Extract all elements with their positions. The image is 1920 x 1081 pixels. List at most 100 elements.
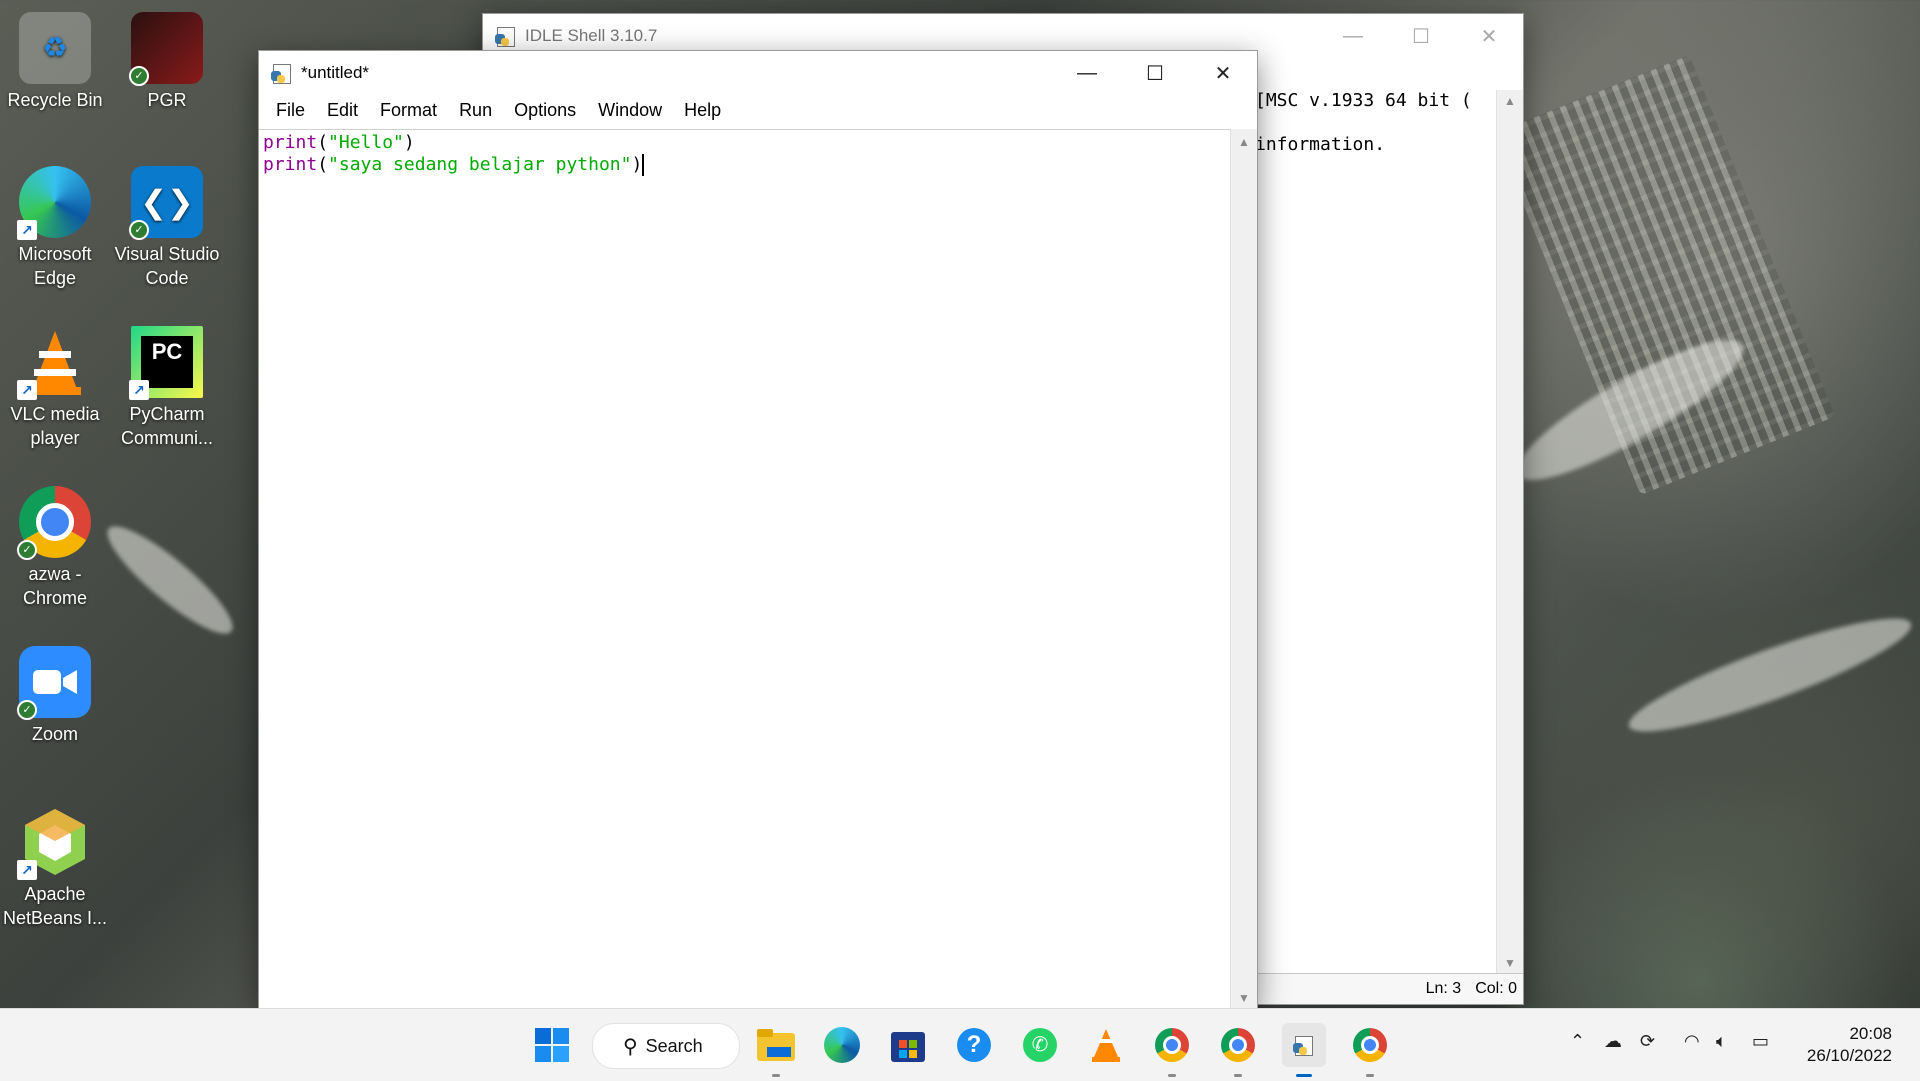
vlc-icon[interactable] — [1084, 1023, 1128, 1067]
taskbar-search[interactable]: ⚲ Search — [592, 1023, 740, 1069]
desktop-icon-label: Apache NetBeans I... — [2, 884, 108, 928]
chrome-icon[interactable] — [1348, 1023, 1392, 1077]
close-button[interactable]: ✕ — [1455, 14, 1523, 58]
vlc-icon: ↗ — [17, 326, 91, 400]
scroll-up-arrow-icon[interactable]: ▲ — [1497, 94, 1523, 108]
search-icon: ⚲ — [623, 1035, 638, 1058]
column-number: Col: 0 — [1475, 980, 1517, 997]
wallpaper-ruin — [1494, 54, 1836, 496]
wallpaper-streak — [95, 513, 245, 647]
running-indicator — [1366, 1074, 1374, 1077]
menu-format[interactable]: Format — [369, 100, 448, 121]
scroll-down-arrow-icon[interactable]: ▼ — [1231, 991, 1257, 1005]
sync-icon[interactable]: ⟳ — [1640, 1031, 1655, 1052]
microsoft-store-icon[interactable] — [886, 1023, 930, 1067]
file-explorer-icon[interactable] — [754, 1023, 798, 1077]
code-paren: ( — [317, 132, 329, 153]
chrome-profile-icon[interactable] — [1216, 1023, 1260, 1077]
desktop-icon-edge[interactable]: ↗ Microsoft Edge — [0, 166, 110, 290]
scroll-up-arrow-icon[interactable]: ▲ — [1231, 135, 1257, 149]
shortcut-arrow-icon: ↗ — [17, 380, 37, 400]
pgr-icon: ✓ — [129, 12, 203, 86]
volume-icon[interactable]: 🔈︎ — [1716, 1031, 1727, 1052]
menu-help[interactable]: Help — [673, 100, 732, 121]
clock-time: 20:08 — [1849, 1024, 1892, 1043]
wifi-icon[interactable]: ◠ — [1684, 1031, 1700, 1052]
sync-check-icon: ✓ — [129, 220, 149, 240]
desktop-icon-label: Recycle Bin — [7, 90, 103, 110]
shell-title: IDLE Shell 3.10.7 — [525, 26, 658, 45]
code-keyword: print — [263, 132, 318, 153]
desktop-icon-label: PGR — [147, 90, 187, 110]
menu-file[interactable]: File — [265, 100, 316, 121]
editor-scrollbar[interactable]: ▲ ▼ — [1230, 129, 1257, 1009]
python-file-icon — [495, 25, 517, 47]
maximize-button[interactable]: ☐ — [1121, 51, 1189, 95]
code-paren: ) — [631, 154, 643, 175]
battery-icon[interactable]: ▭ — [1752, 1031, 1769, 1052]
desktop-icon-chrome-profile[interactable]: ✓ azwa - Chrome — [0, 486, 110, 610]
shell-scrollbar[interactable]: ▲ ▼ — [1496, 90, 1523, 974]
chevron-up-icon[interactable]: ⌃ — [1570, 1031, 1585, 1052]
running-indicator — [772, 1074, 780, 1077]
zoom-icon: ✓ — [17, 646, 91, 720]
shortcut-arrow-icon: ↗ — [129, 380, 149, 400]
editor-titlebar[interactable]: *untitled* — ☐ ✕ — [259, 51, 1257, 95]
taskbar: ⚲ Search ? ✆ ⌃ ☁ ⟳ ◠ 🔈︎ ▭ 20:08 26/10/20… — [0, 1008, 1920, 1081]
help-icon[interactable]: ? — [952, 1023, 996, 1067]
text-caret — [642, 154, 645, 176]
code-editor[interactable]: print("Hello") print("saya sedang belaja… — [259, 129, 1231, 1009]
code-keyword: print — [263, 154, 318, 175]
idle-python-icon[interactable] — [1282, 1023, 1326, 1077]
scroll-down-arrow-icon[interactable]: ▼ — [1497, 956, 1523, 970]
maximize-button[interactable]: ☐ — [1387, 14, 1455, 58]
edge-icon[interactable] — [820, 1023, 864, 1067]
close-button[interactable]: ✕ — [1189, 51, 1257, 95]
desktop-icon-label: Microsoft Edge — [18, 244, 92, 288]
menu-run[interactable]: Run — [448, 100, 503, 121]
shortcut-arrow-icon: ↗ — [17, 860, 37, 880]
whatsapp-icon[interactable]: ✆ — [1018, 1023, 1062, 1067]
sync-check-icon: ✓ — [17, 540, 37, 560]
shell-output-line: information. — [1255, 134, 1386, 155]
pycharm-icon: PC ↗ — [129, 326, 203, 400]
minimize-button[interactable]: — — [1053, 51, 1121, 95]
chrome-profile-icon: ✓ — [17, 486, 91, 560]
system-clock[interactable]: 20:08 26/10/2022 — [1807, 1023, 1892, 1067]
netbeans-icon: ↗ — [17, 806, 91, 880]
desktop-icon-zoom[interactable]: ✓ Zoom — [0, 646, 110, 746]
desktop-icon-label: VLC media player — [10, 404, 100, 448]
sync-check-icon: ✓ — [129, 66, 149, 86]
idle-editor-window[interactable]: *untitled* — ☐ ✕ File Edit Format Run Op… — [258, 50, 1258, 1010]
desktop-icon-pycharm[interactable]: PC ↗ PyCharm Communi... — [112, 326, 222, 450]
minimize-button[interactable]: — — [1319, 14, 1387, 58]
desktop-icon-netbeans[interactable]: ↗ Apache NetBeans I... — [0, 806, 110, 930]
edge-icon: ↗ — [17, 166, 91, 240]
menu-options[interactable]: Options — [503, 100, 587, 121]
code-string: "saya sedang belajar python" — [328, 154, 632, 175]
chrome-profile-icon[interactable] — [1150, 1023, 1194, 1077]
editor-title: *untitled* — [301, 63, 370, 82]
onedrive-icon[interactable]: ☁ — [1604, 1031, 1622, 1052]
desktop-icon-vlc[interactable]: ↗ VLC media player — [0, 326, 110, 450]
code-paren: ( — [317, 154, 329, 175]
running-indicator — [1234, 1074, 1242, 1077]
menu-window[interactable]: Window — [587, 100, 673, 121]
desktop-icon-label: Zoom — [31, 724, 78, 744]
desktop-icon-pgr[interactable]: ✓ PGR — [112, 12, 222, 112]
menu-edit[interactable]: Edit — [316, 100, 369, 121]
desktop-icon-label: azwa - Chrome — [22, 564, 88, 608]
vscode-icon: ❮❯ ✓ — [129, 166, 203, 240]
desktop-icon-recycle-bin[interactable]: ♻ Recycle Bin — [0, 12, 110, 112]
recycle-bin-icon: ♻ — [19, 12, 91, 84]
shell-output-line: [MSC v.1933 64 bit ( — [1255, 90, 1472, 111]
search-label: Search — [645, 1035, 703, 1056]
shortcut-arrow-icon: ↗ — [17, 220, 37, 240]
start-icon[interactable] — [530, 1023, 574, 1067]
editor-menubar: File Edit Format Run Options Window Help — [259, 95, 1257, 125]
code-paren: ) — [403, 132, 415, 153]
code-line: print("saya sedang belajar python") — [263, 154, 1227, 176]
desktop-icon-vscode[interactable]: ❮❯ ✓ Visual Studio Code — [112, 166, 222, 290]
clock-date: 26/10/2022 — [1806, 1046, 1892, 1065]
desktop-icon-label: PyCharm Communi... — [120, 404, 214, 448]
